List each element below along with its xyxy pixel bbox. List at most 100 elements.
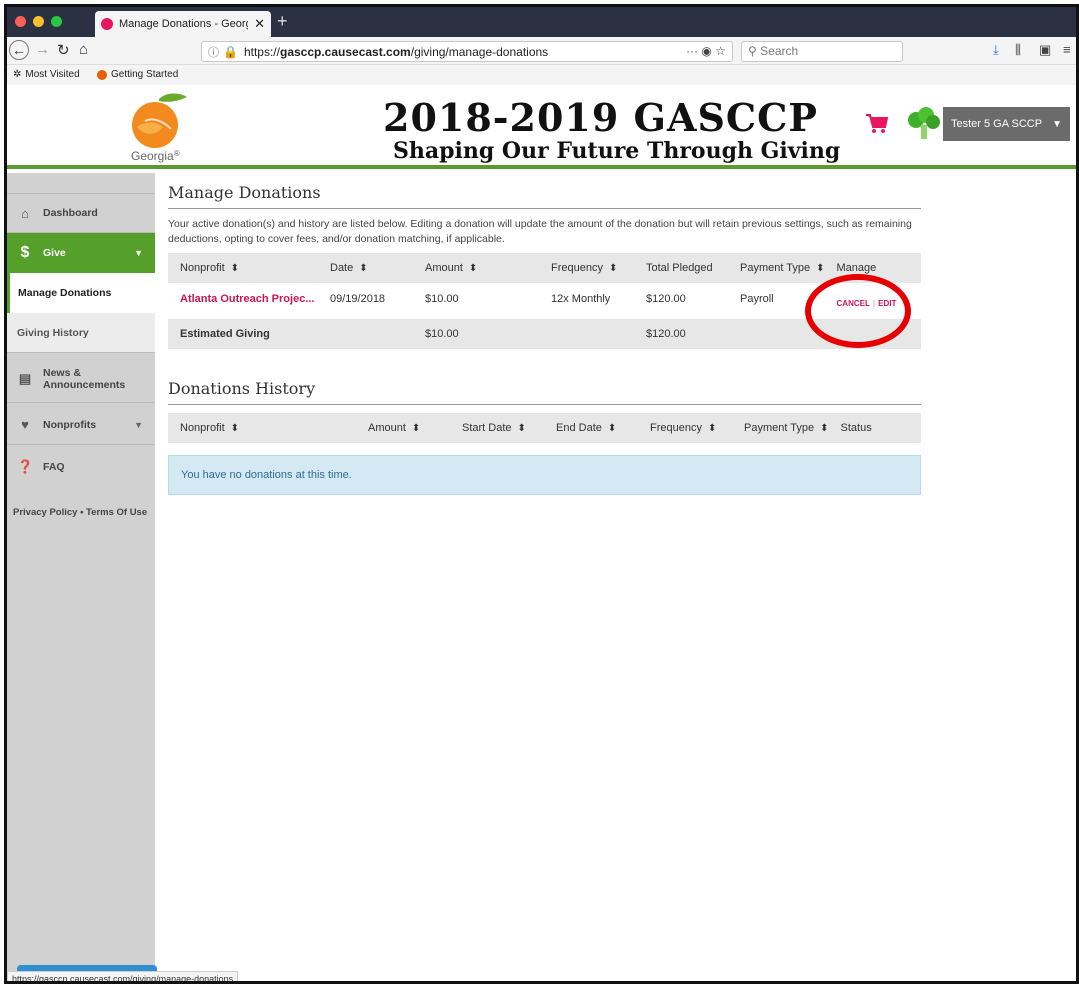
column-payment-type[interactable]: Payment Type ⬍	[728, 253, 825, 283]
bookmark-label: Most Visited	[25, 69, 80, 80]
sidebar-item-manage-donations[interactable]: Manage Donations	[7, 273, 155, 313]
separator-dot: •	[80, 507, 84, 518]
new-tab-icon[interactable]: +	[277, 11, 288, 32]
library-icon[interactable]: ⫼	[1015, 42, 1021, 58]
sidebar-item-label: Dashboard	[43, 207, 98, 219]
cart-icon[interactable]	[865, 113, 889, 140]
search-icon: ⚲	[748, 44, 757, 58]
dollar-icon: $	[20, 244, 30, 261]
search-input[interactable]: ⚲ Search	[741, 41, 903, 62]
site-header: Georgia® 2018-2019 GASCCP Shaping Our Fu…	[7, 85, 1076, 169]
estimated-total: $120.00	[634, 319, 728, 349]
reload-icon[interactable]: ↻	[57, 41, 70, 59]
sidebar-item-nonprofits[interactable]: ♥ Nonprofits ▼	[7, 405, 155, 445]
page-actions-menu-icon[interactable]: ···	[686, 44, 698, 58]
info-icon[interactable]: ⓘ	[208, 44, 219, 60]
home-icon[interactable]: ⌂	[79, 41, 88, 58]
column-start-date[interactable]: Start Date ⬍	[450, 413, 544, 443]
column-label: Nonprofit	[180, 422, 225, 434]
cell-date: 09/19/2018	[330, 293, 386, 305]
minimize-window-button[interactable]	[33, 16, 44, 27]
campaign-title: 2018-2019 GASCCP	[383, 95, 818, 140]
column-status: Status	[828, 413, 921, 443]
sort-icon: ⬍	[707, 423, 717, 434]
sidebar: ⌂ Dashboard $ Give ▼ Manage Donations Givi…	[7, 173, 155, 981]
close-tab-icon[interactable]: ✕	[254, 16, 265, 32]
georgia-logo[interactable]: Georgia®	[115, 91, 195, 167]
bookmarks-bar: ✲ Most Visited Getting Started	[7, 65, 1076, 85]
bookmark-getting-started[interactable]: Getting Started	[97, 69, 178, 80]
no-donations-alert: You have no donations at this time.	[168, 455, 921, 495]
download-icon[interactable]: ⤓	[993, 42, 999, 58]
caret-down-icon: ▼	[134, 419, 143, 430]
column-date[interactable]: Date ⬍	[318, 253, 413, 283]
sidebar-item-label: Giving History	[17, 326, 89, 339]
column-nonprofit[interactable]: Nonprofit ⬍	[168, 413, 356, 443]
sidebar-toggle-icon[interactable]: ▣	[1039, 42, 1051, 58]
logo-text: Georgia	[131, 149, 174, 163]
sidebar-item-news[interactable]: ▤ News & Announcements	[7, 355, 155, 403]
maximize-window-button[interactable]	[51, 16, 62, 27]
search-placeholder: Search	[760, 44, 799, 58]
column-label: Frequency	[650, 422, 702, 434]
url-bar[interactable]: ⓘ 🔒 https://gasccp.causecast.com/giving/…	[201, 41, 733, 62]
pocket-icon[interactable]: ◉	[701, 44, 711, 58]
sort-icon: ⬍	[607, 423, 617, 434]
bookmark-most-visited[interactable]: ✲ Most Visited	[13, 69, 80, 80]
column-label: Frequency	[551, 262, 603, 274]
column-frequency[interactable]: Frequency ⬍	[638, 413, 732, 443]
broccoli-avatar-icon	[908, 107, 940, 139]
column-label: Manage	[836, 262, 877, 274]
sort-icon: ⬍	[359, 263, 368, 274]
column-label: Start Date	[462, 422, 512, 434]
empty-cell	[318, 319, 413, 349]
column-frequency[interactable]: Frequency ⬍	[539, 253, 634, 283]
lock-icon: 🔒	[223, 44, 238, 59]
sidebar-item-give[interactable]: $ Give ▼	[7, 233, 155, 273]
column-nonprofit[interactable]: Nonprofit ⬍	[168, 253, 318, 283]
avatar[interactable]	[906, 107, 942, 141]
main-content: Manage Donations Your active donation(s)…	[168, 183, 921, 495]
navigation-bar: ← → ↻ ⌂ ⓘ 🔒 https://gasccp.causecast.com…	[7, 37, 1076, 65]
column-end-date[interactable]: End Date ⬍	[544, 413, 638, 443]
sort-icon: ⬍	[468, 263, 478, 274]
user-name: Tester 5 GA SCCP	[951, 118, 1043, 130]
column-label: Payment Type	[740, 262, 811, 274]
user-menu-button[interactable]: Tester 5 GA SCCP ▼	[943, 107, 1070, 141]
terms-of-use-link[interactable]: Terms Of Use	[86, 507, 147, 518]
page-actions[interactable]: ··· ◉ ☆	[686, 44, 726, 58]
history-title: Donations History	[168, 379, 921, 405]
column-label: Payment Type	[744, 422, 815, 434]
privacy-policy-link[interactable]: Privacy Policy	[13, 507, 77, 518]
sidebar-item-faq[interactable]: ❓ FAQ	[7, 447, 155, 487]
highlight-circle	[805, 274, 911, 348]
site-favicon-icon	[101, 18, 113, 30]
column-total-pledged[interactable]: Total Pledged	[634, 253, 728, 283]
firefox-icon	[97, 69, 107, 80]
column-label: Amount	[368, 422, 406, 434]
menu-icon[interactable]: ≡	[1063, 42, 1071, 57]
column-payment-type[interactable]: Payment Type ⬍	[732, 413, 829, 443]
column-label: End Date	[556, 422, 602, 434]
tab-bar: Manage Donations - Georgia St ✕ +	[7, 7, 1076, 37]
sidebar-item-label: Announcements	[43, 378, 126, 391]
peach-logo-icon	[132, 93, 187, 148]
tab-manage-donations[interactable]: Manage Donations - Georgia St ✕	[95, 11, 271, 37]
close-window-button[interactable]	[15, 16, 26, 27]
sidebar-item-dashboard[interactable]: ⌂ Dashboard	[7, 193, 155, 233]
sort-icon: ⬍	[517, 423, 526, 434]
sidebar-item-label: News &	[43, 366, 81, 379]
column-amount[interactable]: Amount ⬍	[413, 253, 539, 283]
bookmark-label: Getting Started	[111, 69, 179, 80]
sidebar-item-label: Nonprofits	[43, 418, 97, 431]
browser-window: Manage Donations - Georgia St ✕ + ← → ↻ …	[4, 4, 1079, 984]
nonprofit-link[interactable]: Atlanta Outreach Projec...	[168, 283, 318, 319]
estimated-amount: $10.00	[413, 319, 539, 349]
column-amount[interactable]: Amount ⬍	[356, 413, 450, 443]
bookmark-star-icon[interactable]: ☆	[715, 44, 726, 58]
sidebar-item-label: Manage Donations	[18, 287, 112, 299]
sidebar-item-giving-history[interactable]: Giving History	[7, 313, 155, 353]
forward-icon[interactable]: →	[35, 41, 50, 58]
back-icon[interactable]: ←	[9, 40, 29, 60]
sort-icon: ⬍	[820, 423, 829, 434]
